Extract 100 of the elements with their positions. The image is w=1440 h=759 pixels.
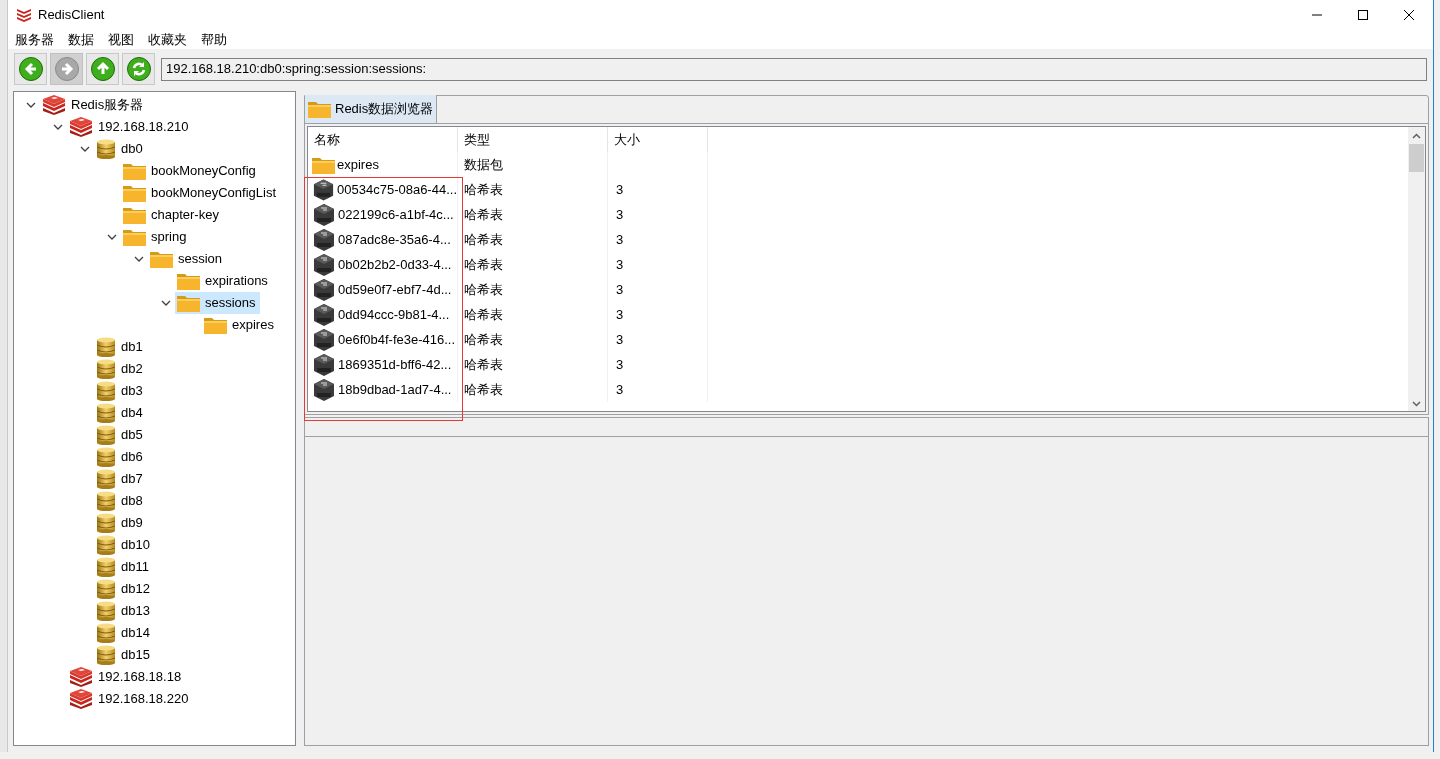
collapse-caret-icon[interactable] xyxy=(53,122,63,132)
table-cell-text: 哈希表 xyxy=(464,280,503,299)
tree-item[interactable]: db6 xyxy=(94,446,147,468)
tree-item[interactable]: db2 xyxy=(94,358,147,380)
table-cell-text: 022199c6-a1bf-4c... xyxy=(338,205,454,224)
collapse-caret-icon[interactable] xyxy=(161,298,171,308)
database-icon xyxy=(96,491,116,511)
hash-icon xyxy=(312,352,336,377)
server-icon xyxy=(69,689,93,709)
tree-item[interactable]: db15 xyxy=(94,644,154,666)
table-cell-text: 0b02b2b2-0d33-4... xyxy=(338,255,452,274)
maximize-icon[interactable] xyxy=(1357,9,1369,21)
folder-icon xyxy=(308,100,331,118)
tree-item[interactable]: db13 xyxy=(94,600,154,622)
hash-icon xyxy=(312,177,335,202)
hash-icon xyxy=(312,302,336,327)
tree-item[interactable]: expirations xyxy=(175,270,272,292)
collapse-caret-icon[interactable] xyxy=(107,232,117,242)
tree-item[interactable]: 192.168.18.18 xyxy=(67,666,186,688)
folder-icon xyxy=(123,162,146,180)
tree-item[interactable]: 192.168.18.220 xyxy=(67,688,193,710)
column-header[interactable]: 类型 xyxy=(458,127,608,152)
tree-item[interactable]: spring xyxy=(121,226,191,248)
tree-item[interactable]: db4 xyxy=(94,402,147,424)
table-cell-text: 3 xyxy=(616,330,624,349)
tree-item[interactable]: db9 xyxy=(94,512,147,534)
tree-item[interactable]: 192.168.18.210 xyxy=(67,116,193,138)
scroll-down-icon[interactable] xyxy=(1412,401,1421,407)
database-icon xyxy=(96,469,116,489)
menu-item[interactable]: 数据 xyxy=(68,29,94,50)
tree-item[interactable]: db0 xyxy=(94,138,147,160)
tree-item[interactable]: db10 xyxy=(94,534,154,556)
table-cell-text: 3 xyxy=(616,305,624,324)
table-cell-text: 3 xyxy=(616,255,624,274)
menu-item[interactable]: 收藏夹 xyxy=(148,29,187,50)
column-header[interactable]: 大小 xyxy=(608,127,708,152)
tree-item[interactable]: db5 xyxy=(94,424,147,446)
address-field[interactable]: 192.168.18.210:db0:spring:session:sessions: xyxy=(161,57,1427,81)
tree-item[interactable]: bookMoneyConfig xyxy=(121,160,260,182)
table-cell-text: 00534c75-08a6-44... xyxy=(337,180,457,199)
menu-item[interactable]: 视图 xyxy=(108,29,134,50)
collapse-caret-icon[interactable] xyxy=(26,100,36,110)
database-icon xyxy=(96,579,116,599)
folder-icon xyxy=(312,155,335,174)
table-cell-text: 1869351d-bff6-42... xyxy=(338,355,452,374)
tree-item[interactable]: bookMoneyConfigList xyxy=(121,182,281,204)
tree-item[interactable]: db7 xyxy=(94,468,147,490)
server-icon xyxy=(69,667,93,687)
database-icon xyxy=(96,447,116,467)
scroll-up-icon[interactable] xyxy=(1412,133,1421,139)
collapse-caret-icon[interactable] xyxy=(134,254,144,264)
tree-item[interactable]: db3 xyxy=(94,380,147,402)
hash-icon xyxy=(312,377,336,402)
tree-item[interactable]: db12 xyxy=(94,578,154,600)
database-icon xyxy=(96,403,116,423)
close-icon[interactable] xyxy=(1403,9,1415,21)
forward-icon xyxy=(53,56,80,82)
scrollbar[interactable] xyxy=(1408,127,1425,411)
table-cell-text: 哈希表 xyxy=(464,180,503,199)
refresh-icon xyxy=(125,56,152,82)
server-icon xyxy=(69,117,93,137)
tree-item[interactable]: expires xyxy=(202,314,278,336)
tree-item[interactable]: sessions xyxy=(175,292,260,314)
tree-item[interactable]: db8 xyxy=(94,490,147,512)
table-cell-text: 0e6f0b4f-fe3e-416... xyxy=(338,330,456,349)
database-icon xyxy=(96,139,116,159)
tree-item[interactable]: Redis服务器 xyxy=(40,94,148,116)
toolbar-button[interactable] xyxy=(122,53,155,85)
tree-item[interactable]: session xyxy=(148,248,227,270)
server-icon xyxy=(42,95,66,115)
folder-icon xyxy=(177,294,200,312)
folder-icon xyxy=(123,228,146,246)
table-cell-text: 0d59e0f7-ebf7-4d... xyxy=(338,280,452,299)
table-cell-text: 哈希表 xyxy=(464,380,503,399)
table-cell-text: 3 xyxy=(616,380,624,399)
toolbar-button[interactable] xyxy=(86,53,119,85)
tree-item[interactable]: chapter-key xyxy=(121,204,223,226)
folder-icon xyxy=(123,184,146,202)
scroll-thumb[interactable] xyxy=(1409,144,1424,172)
table-cell-text: 0dd94ccc-9b81-4... xyxy=(338,305,450,324)
tree-item[interactable]: db14 xyxy=(94,622,154,644)
browser-tab[interactable]: Redis数据浏览器 xyxy=(305,95,438,123)
menu-item[interactable]: 服务器 xyxy=(15,29,54,50)
column-header[interactable]: 名称 xyxy=(308,127,458,152)
collapse-caret-icon[interactable] xyxy=(80,144,90,154)
menu-item[interactable]: 帮助 xyxy=(201,29,227,50)
folder-icon xyxy=(150,250,173,268)
window-title: RedisClient xyxy=(38,6,105,25)
hash-icon xyxy=(312,252,336,277)
table-cell-text: 哈希表 xyxy=(464,230,503,249)
database-icon xyxy=(96,623,116,643)
tree-item[interactable]: db11 xyxy=(94,556,153,578)
hash-icon xyxy=(312,202,336,227)
toolbar-button[interactable] xyxy=(14,53,47,85)
hash-icon xyxy=(312,277,336,302)
table-cell-text: 数据包 xyxy=(464,155,503,174)
back-icon xyxy=(17,56,44,82)
tree-item[interactable]: db1 xyxy=(94,336,147,358)
table-cell-text: 3 xyxy=(616,355,624,374)
table-cell-text: 3 xyxy=(616,280,624,299)
